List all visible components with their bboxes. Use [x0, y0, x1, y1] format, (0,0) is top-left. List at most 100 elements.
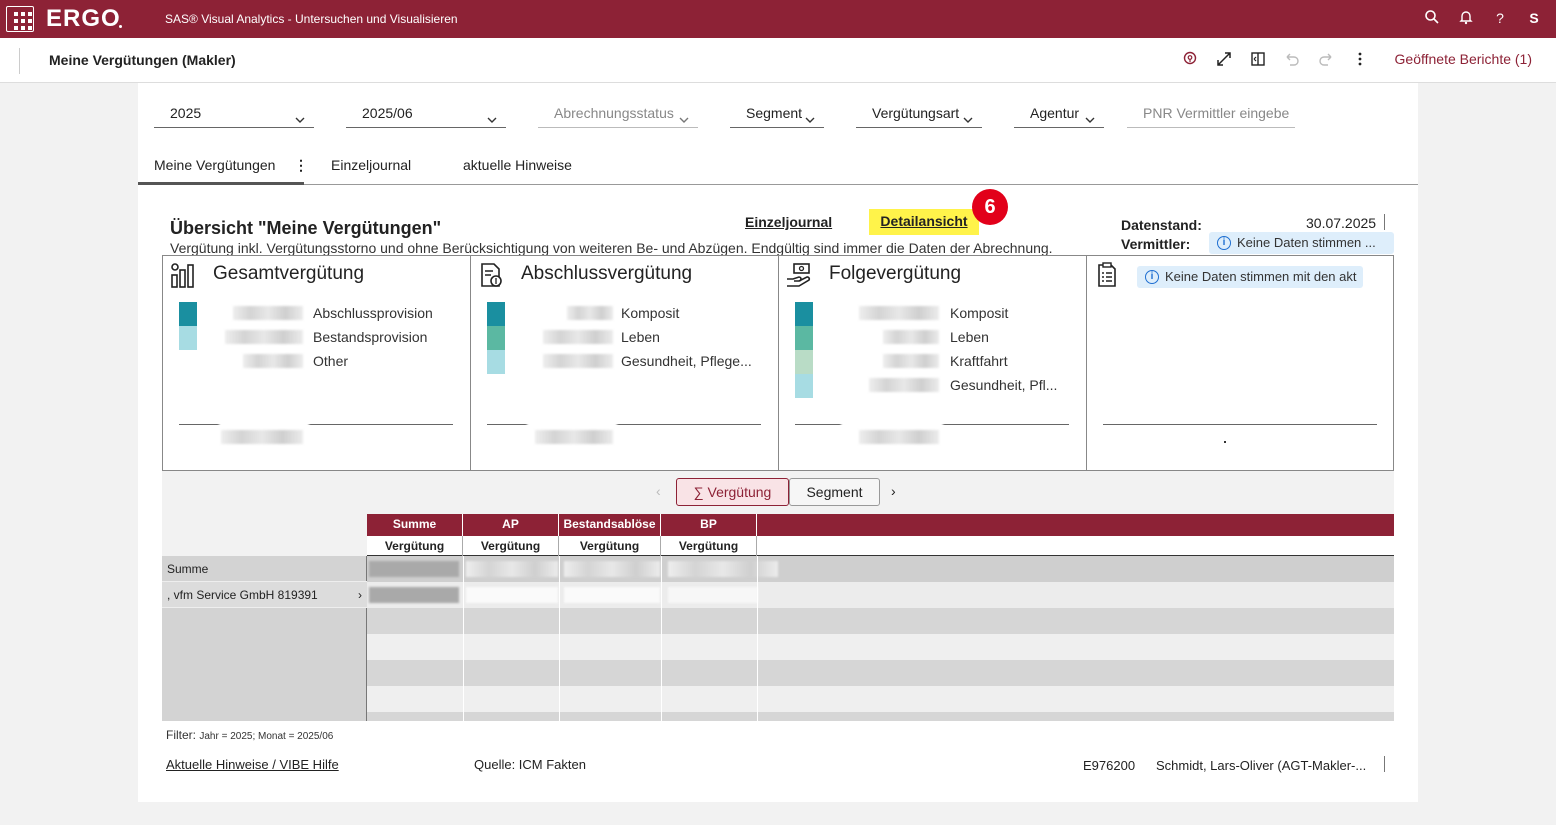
top-app-bar: ERGO SAS® Visual Analytics - Untersuchen… [0, 0, 1556, 38]
chevron-left-icon[interactable]: ‹ [656, 483, 661, 499]
help-icon[interactable]: ? [1492, 9, 1508, 27]
einzeljournal-link[interactable]: Einzeljournal [745, 214, 832, 230]
report-toolbar: Geöffnete Berichte (1) [1181, 50, 1532, 68]
row-header-column: Summe , vfm Service GmbH 819391 › [162, 556, 367, 721]
filter-verguetungsart-value: Vergütungsart [872, 105, 960, 121]
chevron-right-icon[interactable]: › [891, 483, 896, 499]
more-vertical-icon[interactable] [1351, 50, 1369, 68]
column-separator [559, 556, 560, 721]
table-header: Summe AP Bestandsablöse BP [367, 514, 1394, 536]
column-separator [661, 556, 662, 721]
divider [1384, 756, 1385, 772]
column-header[interactable]: BP [661, 514, 757, 536]
redacted-total [535, 430, 613, 444]
redacted-cell [668, 587, 758, 603]
column-separator [463, 556, 464, 721]
chevron-down-icon [487, 108, 497, 123]
filter-agentur-value: Agentur [1030, 105, 1080, 121]
column-header[interactable]: AP [463, 514, 559, 536]
legend-swatch [795, 350, 813, 374]
tab-einzeljournal[interactable]: Einzeljournal [331, 157, 411, 173]
expand-row-icon[interactable]: › [358, 582, 362, 608]
filter-verguetungsart[interactable]: Vergütungsart [856, 101, 982, 128]
legend-label: Komposit [950, 305, 1009, 321]
panel-icon[interactable] [1249, 50, 1267, 68]
filter-segment-value: Segment [746, 105, 803, 121]
chevron-down-icon [679, 108, 689, 123]
card-title: Abschlussvergütung [521, 263, 693, 284]
column-header[interactable]: Bestandsablöse [559, 514, 661, 536]
tab-active-indicator [138, 182, 304, 185]
sum-verguetung-button[interactable]: ∑ Vergütung [676, 478, 789, 506]
help-link[interactable]: Aktuelle Hinweise / VIBE Hilfe [166, 757, 339, 772]
filter-segment[interactable]: Segment [730, 101, 824, 128]
user-avatar[interactable]: S [1526, 9, 1542, 27]
overview-subtitle: Vergütung inkl. Vergütungsstorno und ohn… [170, 240, 1053, 256]
redacted-cell [466, 587, 558, 603]
top-icon-group: ? S [1424, 9, 1542, 27]
redacted-cell [369, 561, 459, 577]
segment-button[interactable]: Segment [789, 478, 880, 506]
apps-grid-icon[interactable] [6, 6, 34, 32]
divider [1384, 214, 1385, 230]
search-icon[interactable] [1424, 9, 1440, 27]
filter-abrechnungsstatus[interactable]: Abrechnungsstatus [538, 101, 698, 128]
tab-aktuelle-hinweise[interactable]: aktuelle Hinweise [463, 157, 572, 173]
table-row [367, 608, 1394, 634]
row-label-summe: Summe [162, 556, 367, 582]
redacted-cell [466, 561, 558, 577]
column-subheader: Vergütung [559, 536, 661, 556]
legend-swatch [795, 374, 813, 398]
open-reports-link[interactable]: Geöffnete Berichte (1) [1395, 51, 1532, 67]
report-canvas: 2025 2025/06 Abrechnungsstatus Segment V… [138, 83, 1418, 802]
redacted-value [567, 306, 613, 320]
bell-icon[interactable] [1458, 9, 1474, 27]
legend-swatch [179, 302, 197, 326]
redacted-cell [369, 587, 459, 603]
bar-chart-icon [169, 261, 197, 289]
filter-abrechnungsstatus-value: Abrechnungsstatus [554, 105, 674, 121]
legend-label: Gesundheit, Pflege... [621, 353, 752, 369]
redacted-value [243, 354, 303, 368]
legend-label: Abschlussprovision [313, 305, 433, 321]
location-pin-icon[interactable] [1181, 50, 1199, 68]
undo-icon[interactable] [1283, 50, 1301, 68]
tab-bar: Meine Vergütungen ⋮ Einzeljournal aktuel… [138, 145, 1418, 185]
redacted-value [883, 354, 939, 368]
tab-menu-icon[interactable]: ⋮ [294, 157, 308, 174]
legend-label: Kraftfahrt [950, 353, 1008, 369]
logo-dot [119, 25, 122, 28]
chevron-down-icon [805, 108, 815, 123]
tab-meine-verguetungen[interactable]: Meine Vergütungen [154, 157, 275, 173]
redacted-value [225, 330, 303, 344]
vermittler-info: i Keine Daten stimmen ... [1209, 232, 1394, 254]
filter-month-value: 2025/06 [362, 105, 413, 121]
redacted-cell [564, 561, 660, 577]
redacted-total [859, 430, 939, 444]
filter-year[interactable]: 2025 [154, 101, 314, 128]
legend-swatch [795, 326, 813, 350]
table-subheader: Vergütung Vergütung Vergütung Vergütung [367, 536, 1394, 556]
table-row [367, 712, 1394, 721]
filter-year-value: 2025 [170, 105, 202, 121]
document-money-icon [477, 261, 505, 289]
step-badge: 6 [972, 189, 1008, 225]
detailansicht-link[interactable]: Detailansicht [869, 209, 979, 235]
row-label-text: , vfm Service GmbH 819391 [167, 588, 318, 602]
card-info: i Keine Daten stimmen mit den akt [1137, 266, 1363, 288]
filter-summary: Filter: Jahr = 2025; Monat = 2025/06 [166, 728, 333, 742]
pnr-placeholder: PNR Vermittler eingebe [1143, 105, 1290, 121]
redo-icon[interactable] [1317, 50, 1335, 68]
filter-month[interactable]: 2025/06 [346, 101, 506, 128]
redacted-value [859, 306, 939, 320]
filter-agentur[interactable]: Agentur [1014, 101, 1104, 128]
report-header: Meine Vergütungen (Makler) Geöffnete Ber… [0, 38, 1556, 83]
column-header[interactable]: Summe [367, 514, 463, 536]
pnr-input[interactable]: PNR Vermittler eingebe [1127, 101, 1295, 128]
card-folgeverguetung: Folgevergütung Komposit Leben Kraftfahrt… [778, 255, 1087, 471]
legend-label: Komposit [621, 305, 680, 321]
row-label-vfm[interactable]: , vfm Service GmbH 819391 › [162, 582, 367, 608]
vermittler-label: Vermittler: [1121, 236, 1191, 252]
expand-icon[interactable] [1215, 50, 1233, 68]
legend-swatch [487, 350, 505, 374]
